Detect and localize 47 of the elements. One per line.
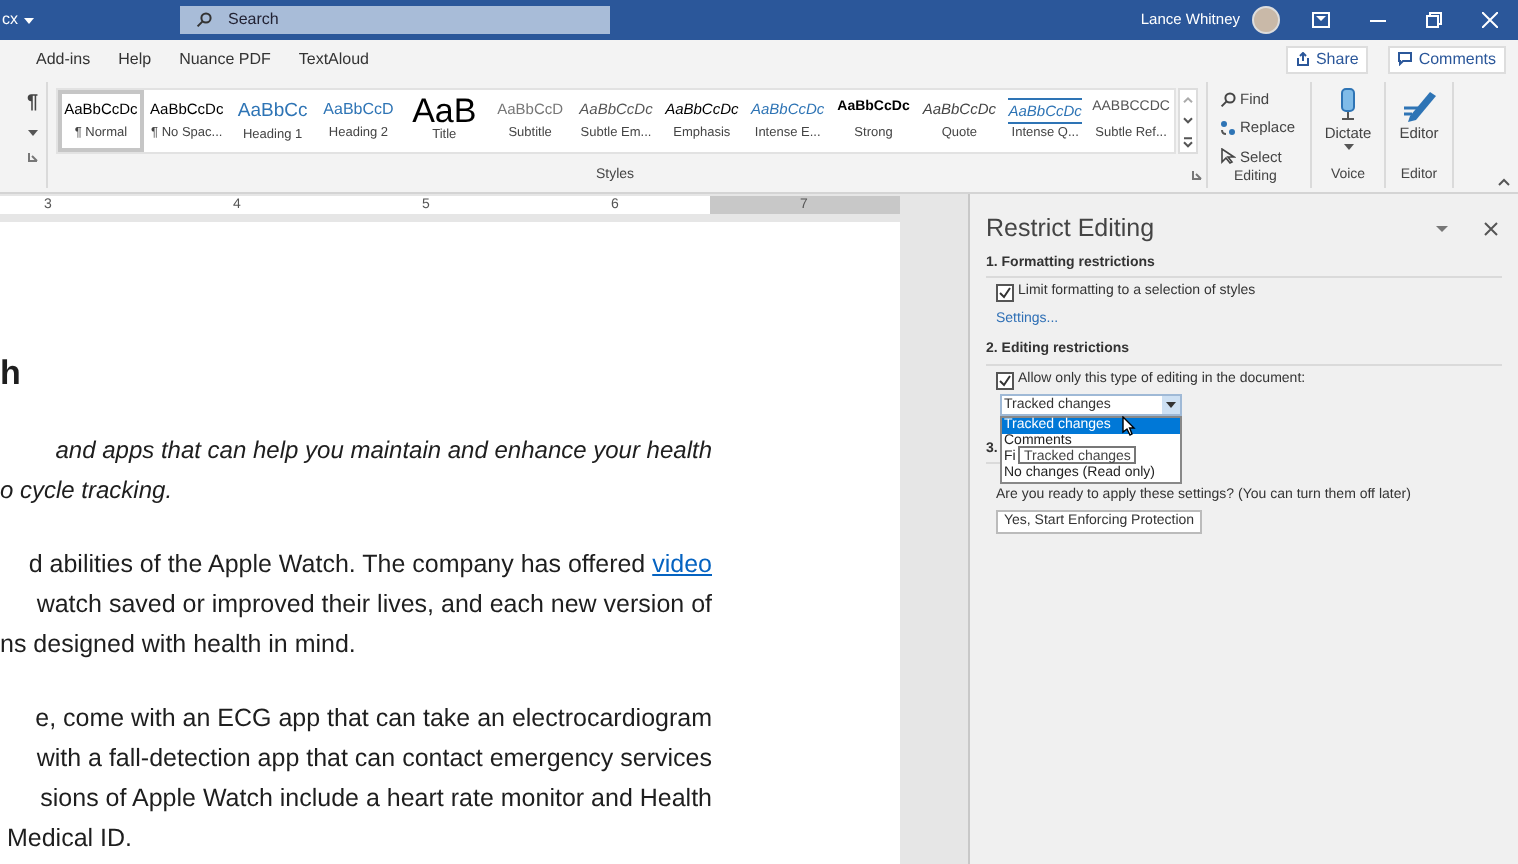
share-icon [1295,52,1310,66]
checkbox[interactable] [996,284,1014,302]
ribbon-tab[interactable]: Help [118,47,152,71]
paragraph-line: ns designed with health in mind. [0,628,358,662]
gallery-scrollbar[interactable] [1178,88,1198,154]
more-icon[interactable] [1180,131,1196,152]
paragraph-line: d abilities of the Apple Watch. The company has offered video [26,548,712,582]
maximize-icon[interactable] [1426,12,1442,28]
caret-icon[interactable] [28,130,38,136]
comment-icon [1398,52,1413,66]
paragraph-line: sions of Apple Watch include a heart rate monitor and Health [38,782,712,816]
close-icon[interactable] [1484,221,1498,236]
comments-button[interactable]: Comments [1388,45,1506,73]
caret-icon[interactable] [24,17,34,23]
pen-icon [1401,88,1437,122]
ribbon-tab[interactable]: Add-ins [36,47,91,71]
microphone-icon [1338,88,1358,122]
avatar[interactable] [1252,6,1280,34]
replace-icon [1220,119,1236,136]
search-field[interactable]: Search [180,6,610,34]
dialog-launcher-icon[interactable] [28,152,38,162]
paragraph-line: watch saved or improved their lives, and each new version of [34,588,712,622]
cursor-icon [1220,148,1236,165]
ribbon-tab[interactable]: TextAloud [298,47,370,71]
paragraph-line: Medical ID. [4,822,134,856]
ribbon-tab[interactable]: Nuance PDF [179,47,271,71]
paragraph-line: o cycle tracking. [0,474,175,508]
dropdown-button[interactable] [1162,396,1180,415]
collapse-ribbon-icon[interactable] [1498,178,1510,186]
search-icon [196,12,212,28]
search-icon [1220,91,1236,108]
paragraph-line: and apps that can help you maintain and enhance your health [53,434,712,468]
minimize-icon[interactable] [1370,19,1386,21]
paragraph-line: with a fall-detection app that can contact emergency services [34,742,712,776]
share-button[interactable]: Share [1285,45,1369,73]
link[interactable]: video [652,550,712,578]
show-marks-button[interactable]: ¶ [26,94,38,114]
caret-icon [1343,144,1353,151]
heading-text: h [0,354,23,394]
caret-icon [1166,402,1176,409]
dialog-launcher-icon[interactable] [1192,170,1202,181]
checkbox[interactable] [996,371,1014,389]
document-name: cx [2,8,18,32]
ribbon-display-icon[interactable] [1312,12,1330,28]
pane-title: Restrict Editing [986,212,1155,246]
paragraph-line: e, come with an ECG app that can take an electrocardiogram [33,702,712,736]
caret-icon[interactable] [1436,225,1448,232]
